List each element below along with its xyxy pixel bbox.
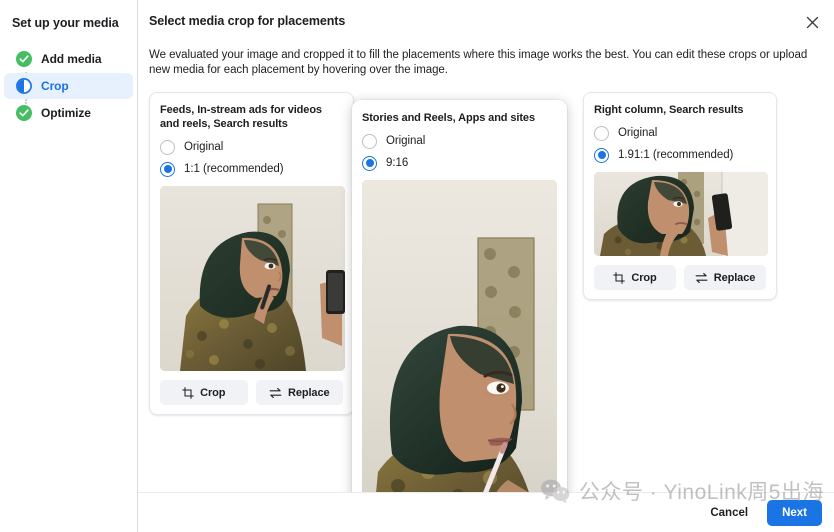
replace-icon: [695, 272, 708, 283]
radio-option-original[interactable]: Original: [594, 122, 766, 144]
close-icon[interactable]: [800, 10, 824, 34]
crop-icon: [613, 271, 626, 284]
dialog-footer: Cancel Next: [138, 492, 834, 532]
radio-button[interactable]: [594, 125, 609, 141]
crop-preview-image[interactable]: [594, 172, 768, 256]
page-title: Select media crop for placements: [149, 14, 346, 28]
sidebar-item-optimize[interactable]: Optimize: [4, 100, 133, 126]
crop-preview-image[interactable]: [362, 180, 557, 532]
radio-button[interactable]: [160, 161, 175, 177]
crop-button-label: Crop: [200, 386, 226, 399]
half-circle-icon: [16, 78, 32, 94]
sidebar-item-crop[interactable]: Crop: [4, 73, 133, 99]
card-heading: Feeds, In-stream ads for videos and reel…: [160, 104, 322, 130]
placement-card-stories-hover-panel: Stories and Reels, Apps and sites Origin…: [352, 100, 567, 532]
radio-button[interactable]: [362, 133, 377, 149]
crop-preview-image[interactable]: [160, 186, 345, 371]
radio-label: 9:16: [386, 157, 409, 169]
radio-label: 1.91:1 (recommended): [618, 149, 734, 161]
radio-button[interactable]: [362, 155, 377, 171]
sidebar-item-label: Optimize: [41, 106, 91, 120]
dialog-main: Select media crop for placements We eval…: [138, 0, 834, 532]
radio-option-original[interactable]: Original: [160, 136, 343, 158]
replace-button[interactable]: Replace: [255, 380, 343, 405]
radio-option-recommended[interactable]: 1:1 (recommended): [160, 158, 343, 180]
setup-sidebar: Set up your media Add media Crop Optimiz…: [0, 0, 138, 532]
radio-option-recommended[interactable]: 9:16: [362, 152, 557, 174]
placement-card-right-column: Right column, Search results Original 1.…: [583, 92, 777, 300]
check-circle-icon: [16, 51, 32, 67]
radio-button[interactable]: [160, 139, 175, 155]
crop-button[interactable]: Crop: [594, 265, 676, 290]
crop-placements-dialog: Set up your media Add media Crop Optimiz…: [0, 0, 834, 532]
dialog-description: We evaluated your image and cropped it t…: [149, 49, 808, 76]
sidebar-item-add-media[interactable]: Add media: [4, 46, 133, 72]
radio-label: 1:1 (recommended): [184, 163, 284, 175]
card-heading: Right column, Search results: [594, 104, 744, 116]
radio-option-recommended[interactable]: 1.91:1 (recommended): [594, 144, 766, 166]
cancel-button[interactable]: Cancel: [699, 501, 759, 525]
crop-button-label: Crop: [631, 271, 657, 284]
setup-steps-nav: Add media Crop Optimize: [0, 46, 137, 126]
radio-option-original[interactable]: Original: [362, 130, 557, 152]
next-button[interactable]: Next: [767, 499, 822, 526]
radio-label: Original: [618, 127, 658, 139]
sidebar-item-label: Add media: [41, 52, 102, 66]
card-heading: Stories and Reels, Apps and sites: [362, 112, 535, 124]
replace-button-label: Replace: [288, 386, 330, 399]
radio-button[interactable]: [594, 147, 609, 163]
dialog-header: Select media crop for placements: [138, 0, 834, 42]
check-circle-icon: [16, 105, 32, 121]
replace-button[interactable]: Replace: [684, 265, 766, 290]
placement-card-feeds: Feeds, In-stream ads for videos and reel…: [149, 92, 354, 415]
replace-button-label: Replace: [713, 271, 756, 284]
dialog-body: We evaluated your image and cropped it t…: [138, 42, 834, 532]
card-actions: Crop Replace: [594, 265, 766, 290]
radio-label: Original: [386, 135, 426, 147]
sidebar-title: Set up your media: [12, 16, 119, 30]
sidebar-item-label: Crop: [41, 79, 69, 93]
crop-icon: [182, 386, 194, 399]
replace-icon: [269, 387, 282, 398]
card-actions: Crop Replace: [160, 380, 343, 405]
radio-label: Original: [184, 141, 224, 153]
crop-button[interactable]: Crop: [160, 380, 248, 405]
